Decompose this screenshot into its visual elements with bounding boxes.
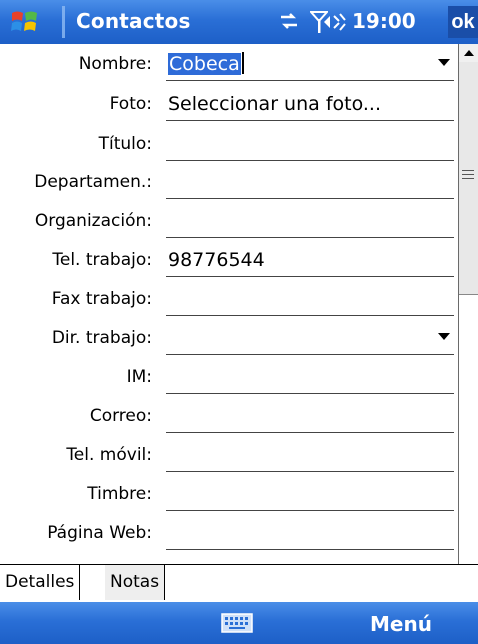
- pagina-web-field[interactable]: [166, 513, 454, 550]
- field-label: IM:: [126, 367, 152, 387]
- tab-strip: Detalles Notas: [0, 564, 478, 603]
- field-label: Timbre:: [87, 484, 152, 504]
- contact-form: Nombre: Cobeca Foto: Seleccionar una fot…: [0, 44, 458, 584]
- text-caret: [241, 52, 244, 74]
- connectivity-icon[interactable]: [278, 10, 300, 32]
- title-separator: [62, 6, 65, 38]
- correo-field[interactable]: [166, 396, 454, 433]
- field-label: Tel. trabajo:: [52, 250, 152, 270]
- field-row-nombre: Nombre: Cobeca: [0, 44, 458, 82]
- keyboard-icon[interactable]: [221, 613, 253, 633]
- field-row-tel-trabajo: Tel. trabajo: 98776544: [0, 240, 458, 278]
- field-row-timbre: Timbre:: [0, 474, 458, 512]
- field-row-correo: Correo:: [0, 396, 458, 434]
- tab-notas[interactable]: Notas: [105, 565, 166, 600]
- vertical-scrollbar[interactable]: [458, 44, 478, 584]
- dir-trabajo-field[interactable]: [166, 318, 454, 355]
- tel-trabajo-field[interactable]: 98776544: [166, 240, 454, 277]
- field-label: Página Web:: [47, 523, 152, 543]
- field-row-foto: Foto: Seleccionar una foto...: [0, 84, 458, 122]
- field-label: Departamen.:: [34, 172, 152, 192]
- field-label: Foto:: [109, 94, 152, 114]
- ok-button[interactable]: ok: [448, 6, 478, 38]
- departamento-field[interactable]: [166, 162, 454, 199]
- field-label: Nombre:: [78, 54, 152, 74]
- field-row-organizacion: Organización:: [0, 201, 458, 239]
- field-row-tel-movil: Tel. móvil:: [0, 435, 458, 473]
- field-label: Título:: [98, 134, 152, 154]
- timbre-field[interactable]: [166, 474, 454, 511]
- fax-trabajo-field[interactable]: [166, 279, 454, 316]
- dropdown-arrow-icon[interactable]: [438, 59, 450, 66]
- field-row-titulo: Título:: [0, 124, 458, 162]
- field-label: Dir. trabajo:: [51, 328, 152, 348]
- menu-bar: Menú: [0, 602, 478, 644]
- app-title: Contactos: [76, 9, 191, 33]
- field-row-dir-trabajo: Dir. trabajo:: [0, 318, 458, 356]
- menu-button[interactable]: Menú: [370, 612, 432, 636]
- tab-detalles[interactable]: Detalles: [0, 565, 81, 600]
- scroll-thumb[interactable]: [459, 62, 478, 295]
- dropdown-arrow-icon[interactable]: [438, 333, 450, 340]
- nombre-field[interactable]: Cobeca: [166, 44, 454, 81]
- field-label: Tel. móvil:: [66, 445, 152, 465]
- clock-time[interactable]: 19:00: [352, 9, 416, 33]
- field-row-pagina-web: Página Web:: [0, 513, 458, 551]
- titulo-field[interactable]: [166, 124, 454, 161]
- speaker-volume-icon[interactable]: [322, 10, 348, 34]
- nombre-value: Cobeca: [168, 53, 241, 75]
- windows-start-icon[interactable]: [10, 7, 40, 37]
- field-row-fax-trabajo: Fax trabajo:: [0, 279, 458, 317]
- arrow-up-icon: [464, 50, 474, 56]
- scroll-up-button[interactable]: [459, 44, 478, 63]
- foto-field[interactable]: Seleccionar una foto...: [166, 84, 454, 121]
- field-label: Fax trabajo:: [51, 289, 152, 309]
- field-label: Organización:: [34, 211, 152, 231]
- im-field[interactable]: [166, 357, 454, 394]
- field-row-departamento: Departamen.:: [0, 162, 458, 200]
- field-row-im: IM:: [0, 357, 458, 395]
- tel-movil-field[interactable]: [166, 435, 454, 472]
- title-bar: Contactos 19:00 ok: [0, 0, 478, 44]
- field-label: Correo:: [89, 406, 152, 426]
- organizacion-field[interactable]: [166, 201, 454, 238]
- grip-icon: [462, 170, 474, 182]
